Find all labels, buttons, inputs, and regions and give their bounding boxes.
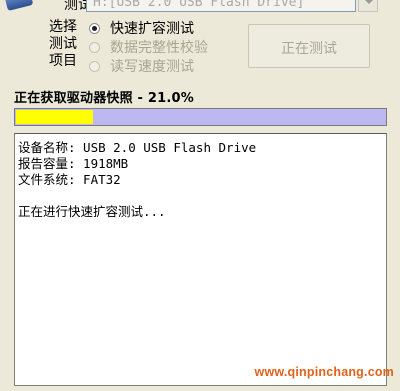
option-quick-expansion[interactable]: 快速扩容测试 bbox=[89, 19, 194, 37]
group-label-line: 项目 bbox=[49, 53, 77, 69]
option-label: 读写速度测试 bbox=[110, 59, 194, 75]
option-data-integrity[interactable]: 数据完整性校验 bbox=[89, 38, 208, 56]
test-item-group-label-text: 选择 测试 项目 bbox=[49, 19, 83, 70]
chevron-down-icon bbox=[364, 0, 374, 4]
drive-select[interactable]: H:[USB 2.0 USB Flash Drive] bbox=[86, 0, 356, 12]
option-label: 快速扩容测试 bbox=[110, 21, 194, 37]
status-text: 正在获取驱动器快照 - 21.0% bbox=[14, 91, 194, 106]
progress-bar bbox=[14, 108, 387, 126]
app-logo-icon bbox=[0, 0, 40, 12]
log-line: 设备名称: USB 2.0 USB Flash Drive bbox=[18, 140, 257, 155]
group-label-line: 选择 bbox=[49, 19, 77, 35]
drive-select-value: H:[USB 2.0 USB Flash Drive] bbox=[93, 0, 305, 10]
log-line: 文件系统: FAT32 bbox=[18, 172, 121, 187]
option-label: 数据完整性校验 bbox=[110, 40, 208, 56]
testing-button[interactable]: 正在测试 bbox=[248, 24, 370, 68]
radio-quick-expansion[interactable] bbox=[89, 22, 100, 34]
drive-dropdown-button[interactable] bbox=[358, 0, 378, 12]
log-line: 报告容量: 1918MB bbox=[18, 156, 129, 171]
site-watermark: www.qinpinchang.com bbox=[254, 365, 394, 379]
radio-data-integrity[interactable] bbox=[89, 41, 100, 53]
testing-button-label: 正在测试 bbox=[281, 41, 337, 57]
log-lines: 设备名称: USB 2.0 USB Flash Drive 报告容量: 1918M… bbox=[18, 140, 256, 220]
progress-fill bbox=[16, 110, 93, 124]
log-line: 正在进行快速扩容测试... bbox=[18, 204, 166, 219]
option-read-write-speed[interactable]: 读写速度测试 bbox=[89, 57, 194, 75]
radio-read-write-speed[interactable] bbox=[89, 60, 100, 72]
group-label-line: 测试 bbox=[49, 36, 77, 52]
log-textbox[interactable]: 设备名称: USB 2.0 USB Flash Drive 报告容量: 1918M… bbox=[14, 133, 387, 386]
